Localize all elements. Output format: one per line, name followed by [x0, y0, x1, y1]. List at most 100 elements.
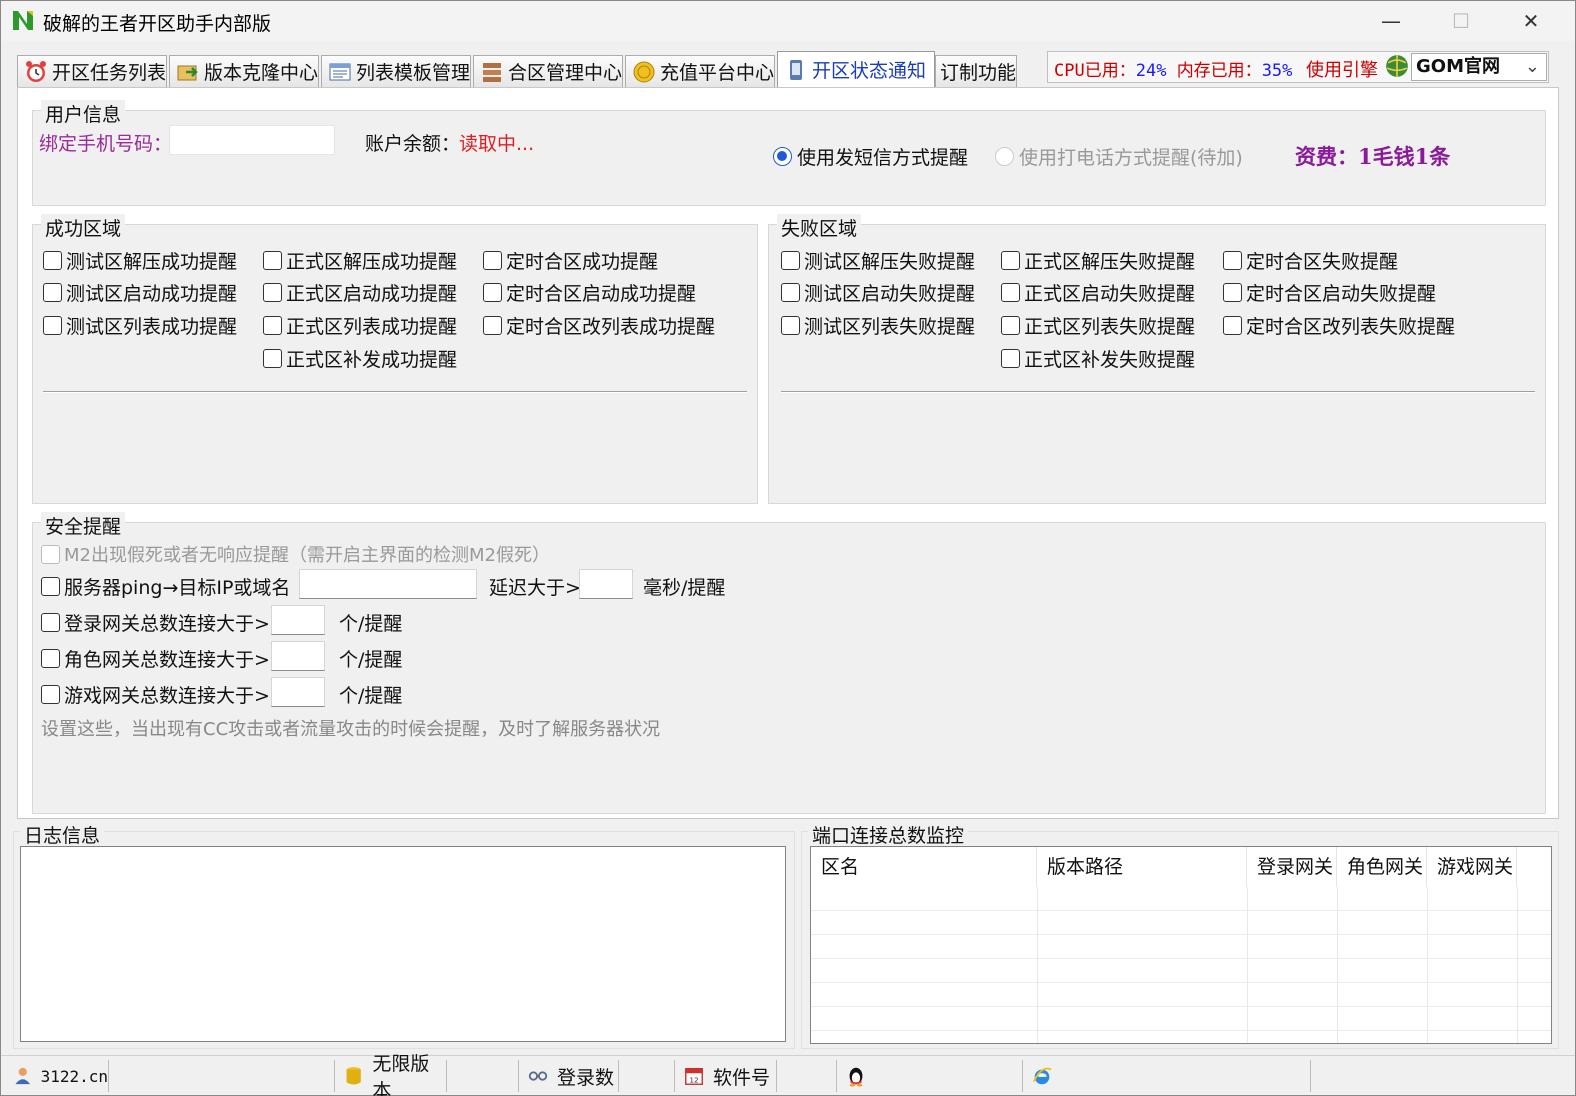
log-textarea[interactable] — [20, 846, 786, 1042]
alarm-clock-icon — [26, 60, 46, 82]
user-icon — [15, 1067, 31, 1085]
user-info-title: 用户信息 — [41, 100, 126, 127]
test-list-success-check[interactable]: 测试区列表成功提醒 — [43, 312, 237, 339]
merge-list-failure-check[interactable]: 定时合区改列表失败提醒 — [1223, 312, 1455, 339]
checkbox-box — [263, 349, 282, 368]
app-window: 破解的王者开区助手内部版 — ☐ ✕ 开区任务列表 版本克隆中心 列表模板管理 … — [0, 0, 1576, 1096]
checkbox-box — [1001, 251, 1020, 270]
port-table[interactable]: 区名 版本路径 登录网关 角色网关 游戏网关 — [810, 846, 1552, 1044]
merge-start-failure-check[interactable]: 定时合区启动失败提醒 — [1223, 279, 1436, 306]
checkbox-label: 正式区补发成功提醒 — [286, 349, 458, 371]
checkbox-label: 正式区列表失败提醒 — [1024, 316, 1196, 338]
checkbox-box — [263, 316, 282, 335]
prod-resend-failure-check[interactable]: 正式区补发失败提醒 — [1001, 345, 1195, 372]
engine-select[interactable]: GOM官网 ⌄ — [1411, 53, 1547, 81]
tab-list-template[interactable]: 列表模板管理 — [321, 55, 471, 87]
software-cell: 12 软件号 — [675, 1060, 777, 1092]
tab-merge-server[interactable]: 合区管理中心 — [473, 55, 623, 87]
call-option-radio: 使用打电话方式提醒(待加) — [995, 143, 1243, 170]
game-gateway-input[interactable] — [271, 677, 325, 707]
checkbox-label: 登录网关总数连接大于> — [64, 613, 270, 635]
prod-unzip-success-check[interactable]: 正式区解压成功提醒 — [263, 247, 457, 274]
port-monitor-title: 端口连接总数监控 — [808, 821, 969, 848]
col-header-zone[interactable]: 区名 — [811, 847, 1037, 887]
phone-input[interactable] — [169, 125, 335, 155]
test-start-failure-check[interactable]: 测试区启动失败提醒 — [781, 279, 975, 306]
checkbox-label: 定时合区启动失败提醒 — [1246, 283, 1437, 305]
tab-label: 订制功能 — [940, 62, 1017, 84]
login-gateway-check[interactable]: 登录网关总数连接大于> — [41, 609, 270, 636]
checkbox-box — [1001, 283, 1020, 302]
engine-label: 使用引擎 — [1306, 60, 1378, 81]
list-template-icon — [329, 63, 351, 80]
game-gateway-check[interactable]: 游戏网关总数连接大于> — [41, 681, 270, 708]
role-gateway-check[interactable]: 角色网关总数连接大于> — [41, 645, 270, 672]
test-list-failure-check[interactable]: 测试区列表失败提醒 — [781, 312, 975, 339]
table-row — [811, 887, 1551, 911]
ping-check[interactable]: 服务器ping→目标IP或域名 — [41, 573, 290, 600]
col-header-path[interactable]: 版本路径 — [1037, 847, 1247, 887]
prod-unzip-failure-check[interactable]: 正式区解压失败提醒 — [1001, 247, 1195, 274]
prod-list-success-check[interactable]: 正式区列表成功提醒 — [263, 312, 457, 339]
checkbox-box — [43, 251, 62, 270]
checkbox-box — [781, 316, 800, 335]
engine-value: GOM官网 — [1416, 56, 1500, 77]
checkbox-label: 正式区补发失败提醒 — [1024, 349, 1196, 371]
role-gateway-input[interactable] — [271, 641, 325, 671]
delay-input[interactable] — [579, 569, 633, 599]
checkbox-box — [483, 283, 502, 302]
maximize-button[interactable]: ☐ — [1426, 1, 1496, 41]
window-title: 破解的王者开区助手内部版 — [43, 13, 272, 35]
tab-status-notify[interactable]: 开区状态通知 — [777, 51, 935, 87]
prod-start-failure-check[interactable]: 正式区启动失败提醒 — [1001, 279, 1195, 306]
tab-version-clone[interactable]: 版本克隆中心 — [169, 55, 319, 87]
checkbox-label: 定时合区失败提醒 — [1246, 251, 1399, 273]
coin-icon — [633, 61, 655, 82]
col-header-game[interactable]: 游戏网关 — [1427, 847, 1517, 887]
per-label: 个/提醒 — [339, 649, 403, 671]
user-info-group: 用户信息 绑定手机号码： 账户余额： 读取中... 使用发短信方式提醒 使用打电… — [32, 100, 1546, 206]
checkbox-label: 正式区解压成功提醒 — [286, 251, 458, 273]
ping-target-input[interactable] — [299, 569, 477, 599]
login-gateway-input[interactable] — [271, 605, 325, 635]
divider — [43, 391, 747, 393]
log-group: 日志信息 — [13, 821, 795, 1049]
merge-failure-check[interactable]: 定时合区失败提醒 — [1223, 247, 1398, 274]
sms-option-radio[interactable]: 使用发短信方式提醒 — [773, 143, 968, 170]
minimize-button[interactable]: — — [1356, 1, 1426, 41]
prod-list-failure-check[interactable]: 正式区列表失败提醒 — [1001, 312, 1195, 339]
checkbox-label: 正式区列表成功提醒 — [286, 316, 458, 338]
test-unzip-success-check[interactable]: 测试区解压成功提醒 — [43, 247, 237, 274]
prod-start-success-check[interactable]: 正式区启动成功提醒 — [263, 279, 457, 306]
merge-start-success-check[interactable]: 定时合区启动成功提醒 — [483, 279, 696, 306]
app-logo-icon — [13, 11, 33, 30]
merge-list-success-check[interactable]: 定时合区改列表成功提醒 — [483, 312, 715, 339]
status-spacer — [109, 1060, 335, 1092]
browser-cell[interactable] — [1023, 1060, 1311, 1092]
radio-empty-icon — [995, 147, 1014, 166]
logins-cell: 登录数 — [519, 1060, 619, 1092]
sms-option-label: 使用发短信方式提醒 — [797, 147, 969, 169]
call-option-label: 使用打电话方式提醒(待加) — [1019, 147, 1243, 169]
qq-cell[interactable] — [837, 1060, 1023, 1092]
svg-text:12: 12 — [689, 1075, 698, 1084]
checkbox-label: 正式区启动成功提醒 — [286, 283, 458, 305]
checkbox-box — [41, 685, 60, 704]
test-unzip-failure-check[interactable]: 测试区解压失败提醒 — [781, 247, 975, 274]
checkbox-box — [1223, 251, 1242, 270]
delay-label: 延迟大于> — [489, 577, 581, 599]
tab-recharge[interactable]: 充值平台中心 — [625, 55, 775, 87]
merge-success-check[interactable]: 定时合区成功提醒 — [483, 247, 658, 274]
col-header-role[interactable]: 角色网关 — [1337, 847, 1427, 887]
site-cell[interactable]: 3122.cn — [5, 1060, 109, 1092]
tab-task-list[interactable]: 开区任务列表 — [17, 55, 167, 87]
ms-label: 毫秒/提醒 — [643, 577, 726, 599]
tab-custom[interactable]: 订制功能 — [935, 55, 1017, 87]
close-button[interactable]: ✕ — [1496, 1, 1566, 41]
prod-resend-success-check[interactable]: 正式区补发成功提醒 — [263, 345, 457, 372]
col-header-login[interactable]: 登录网关 — [1247, 847, 1337, 887]
calendar-icon: 12 — [685, 1067, 703, 1085]
success-title: 成功区域 — [41, 214, 126, 241]
checkbox-box — [43, 283, 62, 302]
test-start-success-check[interactable]: 测试区启动成功提醒 — [43, 279, 237, 306]
